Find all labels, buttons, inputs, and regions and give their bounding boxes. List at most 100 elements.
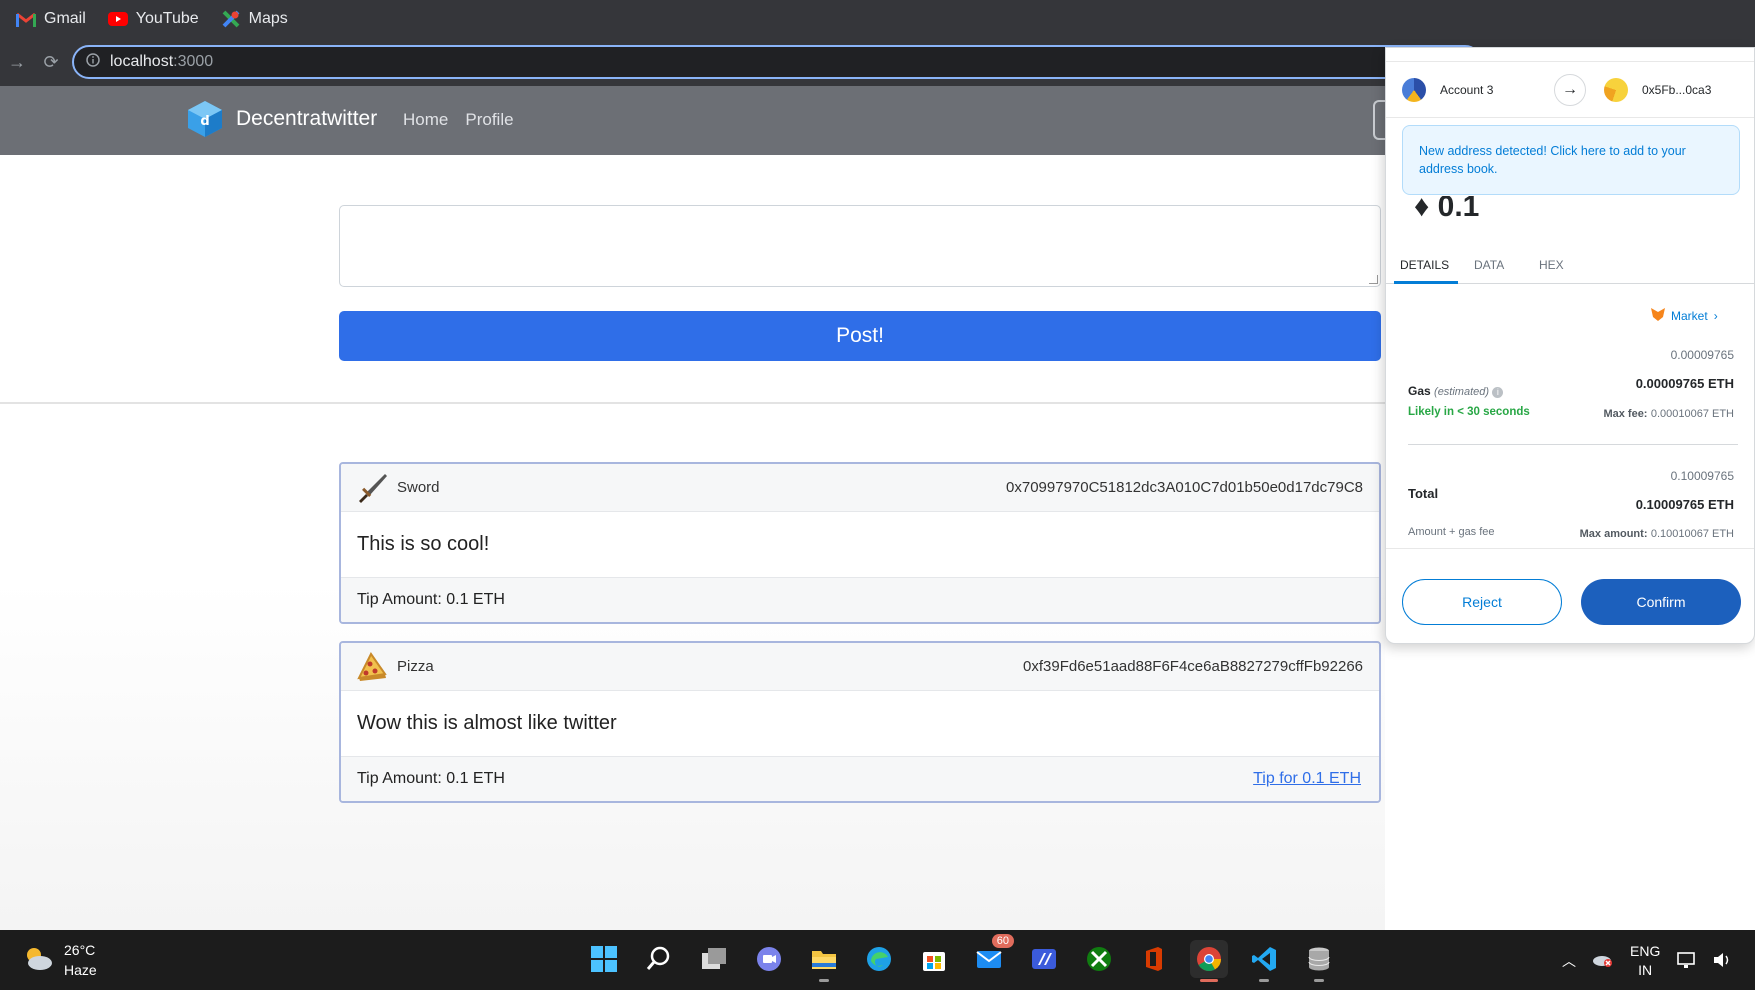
- gmail-icon: [16, 11, 36, 27]
- language-indicator[interactable]: ENG IN: [1630, 942, 1660, 980]
- network-icon[interactable]: [1676, 951, 1696, 972]
- post-footer: Tip Amount: 0.1 ETH: [341, 578, 1379, 622]
- bookmark-youtube[interactable]: YouTube: [107, 10, 199, 28]
- sword-avatar-icon: [355, 471, 389, 505]
- office-button[interactable]: [1135, 940, 1173, 978]
- chevron-right-icon: ›: [1713, 309, 1718, 323]
- active-indicator: [1200, 979, 1218, 982]
- eth-glyph-icon: ♦: [1414, 196, 1430, 218]
- max-amount-value: 0.10010067 ETH: [1650, 528, 1734, 540]
- main-content: Post! Sword 0x70997970C51812dc3A010C7d01…: [0, 155, 1385, 930]
- lang-top: ENG: [1630, 943, 1661, 959]
- edge-icon: [867, 947, 891, 971]
- info-icon[interactable]: i: [1492, 387, 1504, 398]
- vscode-alt-button[interactable]: [1025, 940, 1063, 978]
- post-footer: Tip Amount: 0.1 ETH Tip for 0.1 ETH: [341, 757, 1379, 801]
- running-indicator: [1259, 979, 1269, 982]
- store-button[interactable]: [915, 940, 953, 978]
- tab-hex[interactable]: HEX: [1539, 258, 1564, 272]
- lang-bottom: IN: [1638, 962, 1653, 978]
- likely-time: Likely in < 30 seconds: [1408, 406, 1530, 418]
- system-tray: ︿ ENG IN: [1562, 942, 1732, 980]
- bookmark-gmail[interactable]: Gmail: [16, 10, 86, 28]
- teams-button[interactable]: [750, 940, 788, 978]
- network-strip: [1386, 48, 1754, 62]
- max-amount-label: Max amount:: [1579, 528, 1648, 540]
- bookmark-youtube-label: YouTube: [135, 10, 199, 27]
- bookmarks-bar: Gmail YouTube Maps: [0, 0, 1755, 38]
- url-text: localhost:3000: [110, 53, 213, 71]
- file-explorer-button[interactable]: [805, 940, 843, 982]
- windows-icon: [591, 946, 617, 972]
- vscode-button[interactable]: [1245, 940, 1283, 982]
- new-address-notice[interactable]: New address detected! Click here to add …: [1402, 125, 1740, 195]
- bookmark-maps[interactable]: Maps: [221, 10, 288, 28]
- taskbar-apps: 60: [585, 934, 1338, 982]
- weather-widget[interactable]: 26°C Haze: [22, 940, 97, 980]
- bookmark-maps-label: Maps: [248, 10, 288, 27]
- total-value-eth: 0.10009765 ETH: [1635, 497, 1734, 512]
- post-card: Pizza 0xf39Fd6e51aad88F6F4ce6aB8827279cf…: [339, 641, 1381, 803]
- start-button[interactable]: [585, 940, 623, 978]
- search-icon: [646, 946, 670, 970]
- office-icon: [1146, 947, 1162, 971]
- max-fee-label: Max fee:: [1603, 408, 1648, 420]
- svg-text:d: d: [200, 114, 209, 129]
- database-icon: [1308, 947, 1330, 971]
- max-amount: Max amount: 0.10010067 ETH: [1580, 526, 1734, 540]
- brand[interactable]: d Decentratwitter: [184, 98, 377, 140]
- confirm-button[interactable]: Confirm: [1581, 579, 1741, 625]
- from-account[interactable]: Account 3: [1402, 78, 1493, 102]
- tip-amount: Tip Amount: 0.1 ETH: [357, 770, 505, 787]
- post-content: This is so cool!: [341, 512, 1379, 578]
- tip-amount: Tip Amount: 0.1 ETH: [357, 591, 505, 608]
- logo-icon: d: [184, 98, 226, 140]
- onedrive-icon[interactable]: [1592, 952, 1614, 971]
- post-author: Sword: [397, 479, 440, 496]
- chrome-button[interactable]: [1190, 940, 1228, 982]
- mail-icon: [976, 951, 1002, 968]
- from-account-name: Account 3: [1440, 83, 1494, 97]
- nav-home-link[interactable]: Home: [403, 110, 448, 130]
- to-account[interactable]: 0x5Fb...0ca3: [1604, 78, 1711, 102]
- mail-button[interactable]: 60: [970, 934, 1014, 978]
- to-account-address: 0x5Fb...0ca3: [1642, 83, 1712, 97]
- resize-handle-icon[interactable]: [1369, 275, 1378, 284]
- post-button[interactable]: Post!: [339, 311, 1381, 361]
- tip-link[interactable]: Tip for 0.1 ETH: [1253, 770, 1361, 788]
- task-view-button[interactable]: [695, 940, 733, 978]
- address-bar[interactable]: localhost:3000: [72, 45, 1482, 79]
- post-author: Pizza: [397, 658, 434, 675]
- running-indicator: [1314, 979, 1324, 982]
- edge-button[interactable]: [860, 940, 898, 978]
- account-avatar-icon: [1402, 78, 1426, 102]
- chevron-up-icon[interactable]: ︿: [1562, 951, 1576, 971]
- chrome-icon: [1197, 947, 1221, 972]
- youtube-icon: [107, 11, 128, 27]
- site-info-icon[interactable]: [86, 52, 100, 72]
- reload-icon[interactable]: ⟳: [34, 52, 68, 73]
- weather-icon: [22, 944, 54, 977]
- post-textarea[interactable]: [339, 205, 1381, 287]
- xbox-icon: [1087, 947, 1111, 971]
- gas-value-eth: 0.00009765 ETH: [1635, 376, 1734, 391]
- volume-icon[interactable]: [1712, 951, 1732, 972]
- gas-market-selector[interactable]: Market ›: [1651, 308, 1718, 324]
- pizza-avatar-icon: [355, 650, 389, 684]
- xbox-button[interactable]: [1080, 940, 1118, 978]
- vscode-icon: [1252, 947, 1276, 971]
- total-value: 0.10009765: [1670, 469, 1734, 483]
- nav-profile-link[interactable]: Profile: [465, 110, 513, 130]
- search-button[interactable]: [640, 940, 678, 978]
- maps-icon: [221, 10, 241, 28]
- tab-details[interactable]: DETAILS: [1400, 258, 1449, 272]
- reject-button[interactable]: Reject: [1402, 579, 1562, 625]
- tab-data[interactable]: DATA: [1474, 258, 1504, 272]
- metamask-popup: Account 3 → 0x5Fb...0ca3 New address det…: [1385, 47, 1755, 644]
- gas-label: Gas (estimated) i: [1408, 384, 1504, 398]
- max-fee: Max fee: 0.00010067 ETH: [1603, 406, 1734, 420]
- forward-icon[interactable]: →: [0, 52, 34, 73]
- brand-name: Decentratwitter: [236, 107, 378, 130]
- account-row: Account 3 → 0x5Fb...0ca3: [1386, 62, 1754, 118]
- database-button[interactable]: [1300, 940, 1338, 982]
